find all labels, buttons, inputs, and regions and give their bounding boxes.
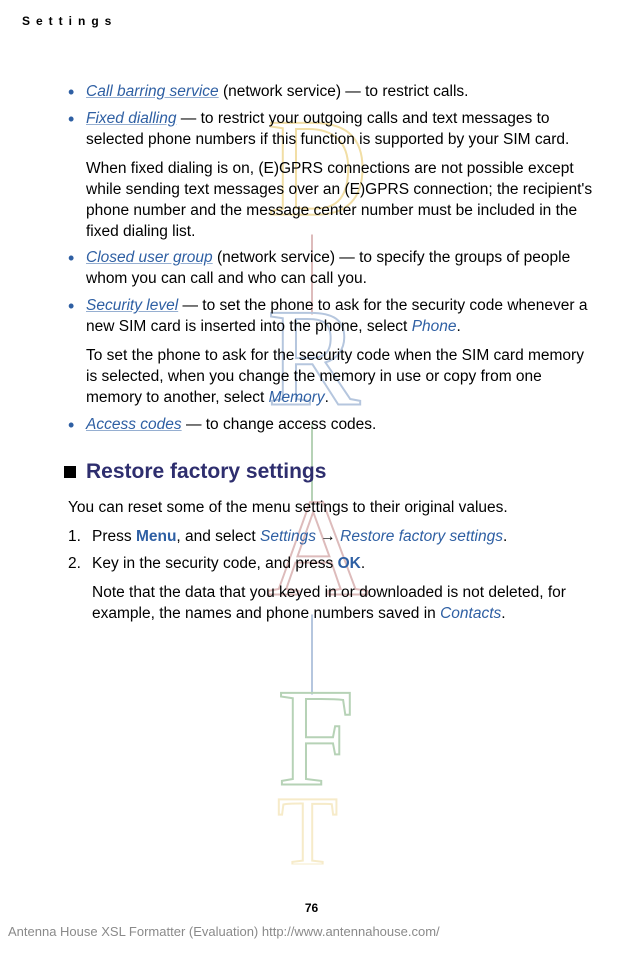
step-link[interactable]: Settings — [260, 528, 316, 545]
step-note: Note that the data that you keyed in or … — [92, 583, 593, 625]
bullet-list: Call barring service (network service) —… — [68, 82, 593, 436]
svg-text:F: F — [277, 660, 355, 815]
period: . — [457, 318, 461, 335]
page-content: Call barring service (network service) —… — [68, 82, 593, 631]
step-pre: Press — [92, 528, 136, 545]
bullet-paragraph: To set the phone to ask for the security… — [86, 346, 593, 409]
term-text: (network service) — to restrict calls. — [219, 83, 469, 100]
term-text: — to change access codes. — [182, 416, 377, 433]
bullet-item: Access codes — to change access codes. — [68, 415, 593, 436]
step-mid: , and select — [176, 528, 260, 545]
para-post: . — [325, 389, 329, 406]
bullet-item: Fixed dialling — to restrict your outgoi… — [68, 109, 593, 243]
step-bold: OK — [338, 555, 361, 572]
term-link[interactable]: Security level — [86, 297, 178, 314]
inline-link[interactable]: Memory — [269, 389, 325, 406]
step-pre: Key in the security code, and press — [92, 555, 338, 572]
bullet-paragraph: When fixed dialing is on, (E)GPRS connec… — [86, 159, 593, 243]
bullet-item: Closed user group (network service) — to… — [68, 248, 593, 290]
term-link[interactable]: Access codes — [86, 416, 182, 433]
inline-link[interactable]: Phone — [412, 318, 457, 335]
page-number: 76 — [305, 901, 318, 915]
term-link[interactable]: Fixed dialling — [86, 110, 176, 127]
note-post: . — [501, 605, 505, 622]
arrow-icon: → — [316, 528, 340, 545]
footer-text: Antenna House XSL Formatter (Evaluation)… — [8, 924, 440, 939]
section-marker-icon — [64, 466, 76, 478]
section-intro: You can reset some of the menu settings … — [68, 498, 593, 519]
step-post: . — [503, 528, 507, 545]
term-link[interactable]: Closed user group — [86, 249, 213, 266]
bullet-item: Call barring service (network service) —… — [68, 82, 593, 103]
step-link[interactable]: Restore factory settings — [340, 528, 503, 545]
step-post: . — [361, 555, 365, 572]
step-bold: Menu — [136, 528, 176, 545]
steps-list: Press Menu, and select Settings → Restor… — [68, 527, 593, 625]
bullet-item: Security level — to set the phone to ask… — [68, 296, 593, 409]
step-item: Press Menu, and select Settings → Restor… — [68, 527, 593, 548]
para-pre: To set the phone to ask for the security… — [86, 347, 584, 406]
page-header-title: Settings — [22, 14, 117, 28]
section-heading: Restore factory settings — [64, 458, 593, 486]
note-link[interactable]: Contacts — [440, 605, 501, 622]
section-title-text: Restore factory settings — [86, 458, 326, 486]
step-item: Key in the security code, and press OK. … — [68, 554, 593, 625]
term-link[interactable]: Call barring service — [86, 83, 219, 100]
svg-text:T: T — [277, 775, 338, 864]
